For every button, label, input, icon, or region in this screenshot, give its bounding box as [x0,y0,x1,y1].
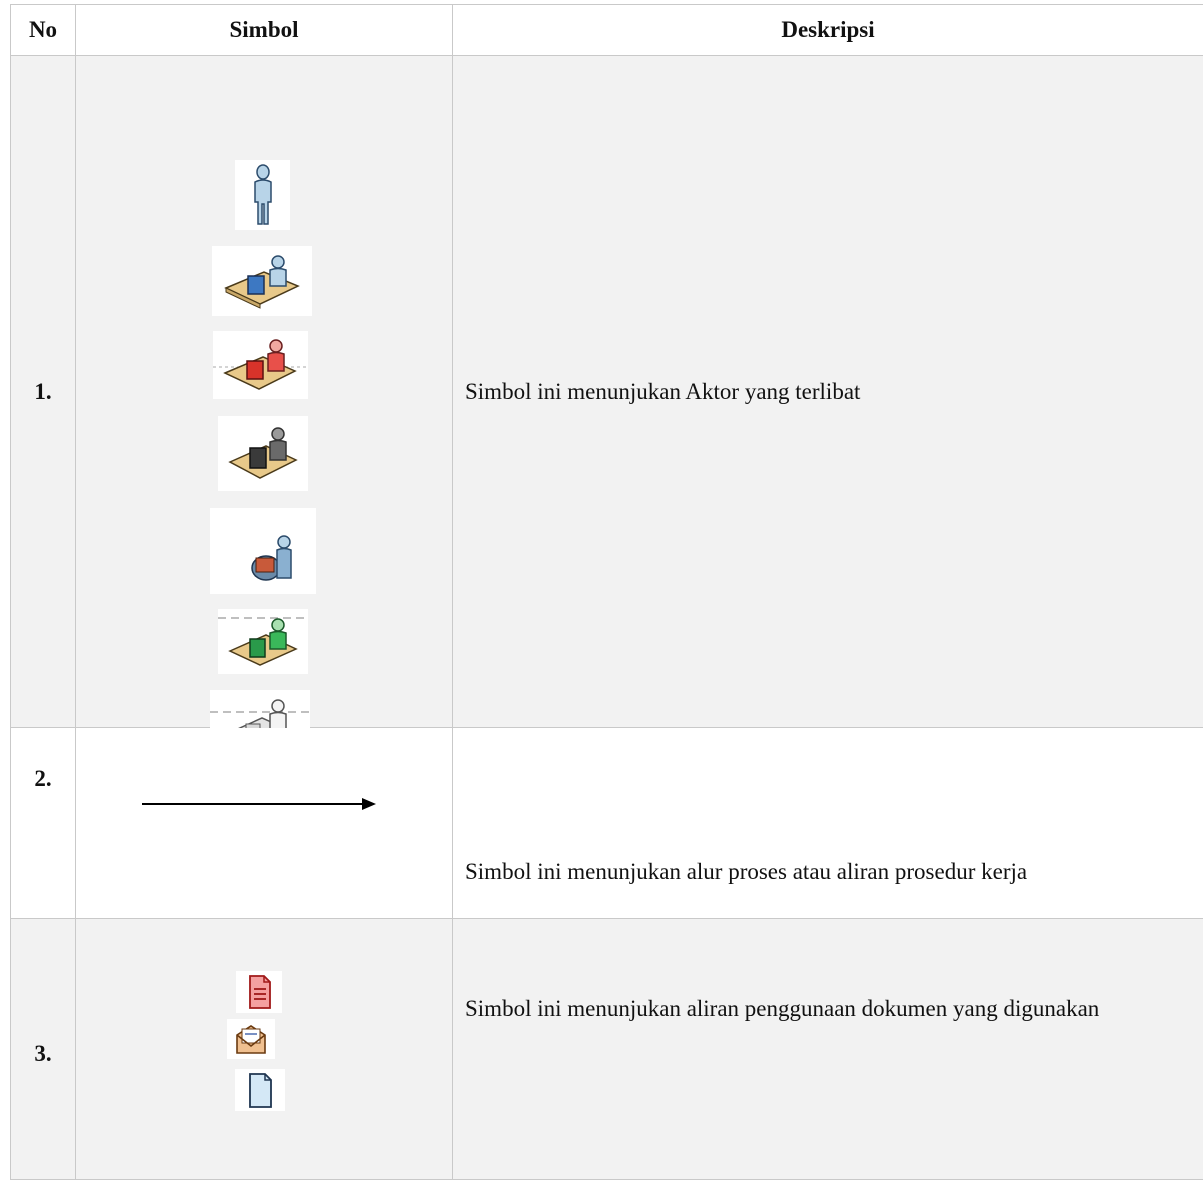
person-at-green-desk-icon [218,609,308,674]
row-number: 3. [11,919,76,1180]
header-description: Deskripsi [453,5,1203,56]
row-description: Simbol ini menunjukan aliran penggunaan … [453,919,1203,1180]
red-document-icon [236,971,282,1013]
flow-arrow-icon [142,796,376,812]
row-description: Simbol ini menunjukan Aktor yang terliba… [453,56,1203,728]
symbol-table: No Simbol Deskripsi 1. [10,4,1203,1180]
symbol-cell [76,56,453,728]
row-number: 2. [11,728,76,919]
symbol-cell [76,728,453,919]
blank-document-icon [235,1069,285,1111]
table-row: 1. [11,56,1203,728]
standing-person-icon [235,160,290,230]
row-number: 1. [11,56,76,728]
row-description: Simbol ini menunjukan alur proses atau a… [453,728,1203,919]
header-no: No [11,5,76,56]
person-with-machine-icon [210,508,316,594]
person-at-red-desk-icon [213,331,308,399]
table-row: 3. [11,919,1203,1180]
table-header-row: No Simbol Deskripsi [11,5,1203,56]
header-symbol: Simbol [76,5,453,56]
person-at-blue-desk-icon [212,246,312,316]
envelope-icon [227,1019,275,1059]
person-at-dark-desk-icon [218,416,308,491]
symbol-cell [76,919,453,1180]
table-row: 2. Simbol ini menunjukan alur proses ata… [11,728,1203,919]
